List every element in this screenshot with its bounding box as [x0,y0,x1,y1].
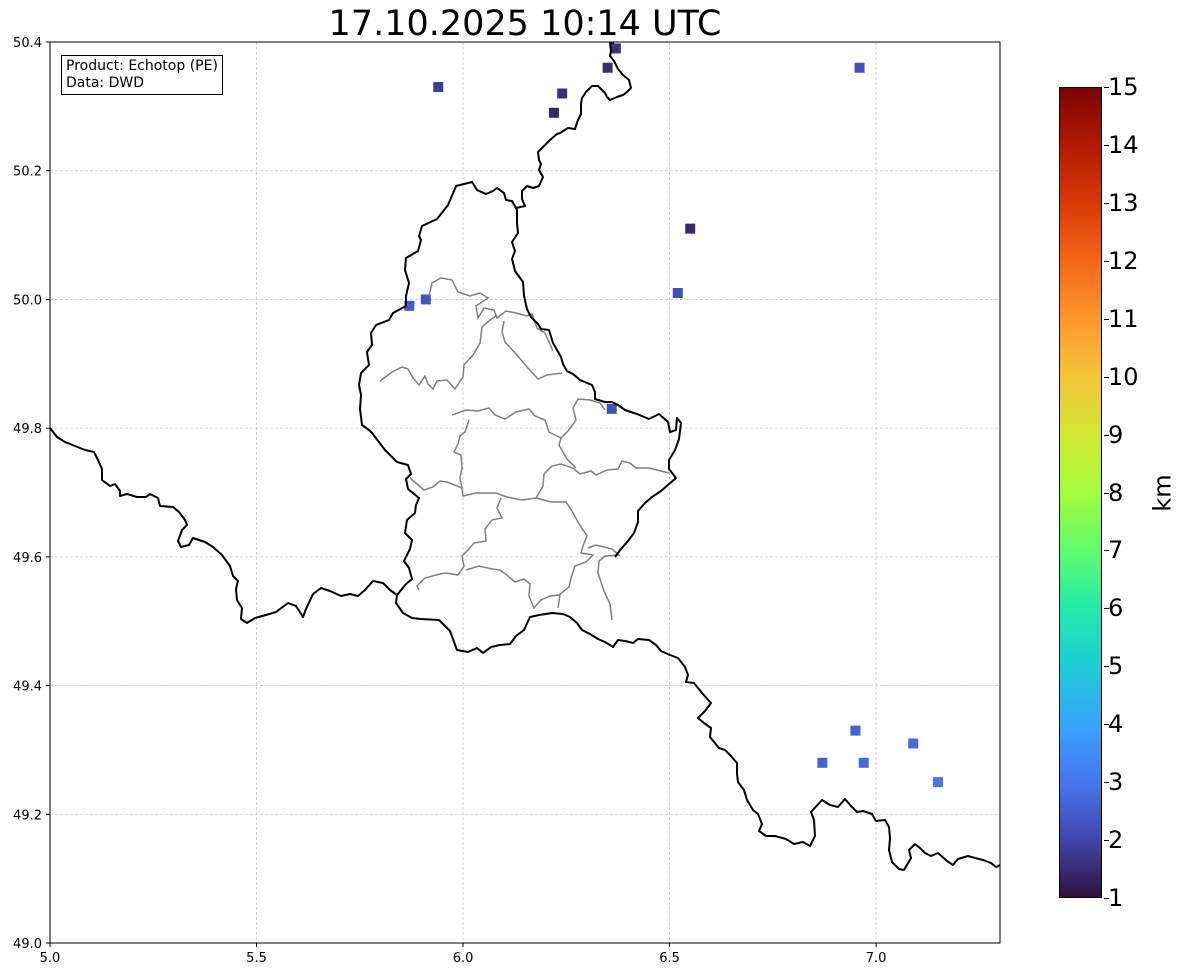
echo-cell [908,738,919,749]
colorbar-tick-label: 12 [1108,246,1139,275]
echo-cell [606,403,617,414]
canton-border [465,497,595,610]
country-border-luxembourg-east [358,42,632,596]
country-border-belgium-france [49,427,398,624]
colorbar-tick-label: 3 [1108,768,1124,797]
colorbar-tick-label: 13 [1108,188,1139,217]
y-tick-label: 49.0 [13,937,42,952]
y-axis-ticks: 50.4 50.2 50.0 49.8 49.6 49.4 49.2 49.0 [13,36,50,952]
echo-cell [602,62,613,73]
canton-border [587,544,597,549]
colorbar [1059,87,1102,898]
data-source-label: Data: DWD [66,75,144,91]
echo-cell [672,287,683,298]
echo-cell [610,43,621,54]
y-tick-label: 49.8 [13,422,42,437]
echo-layer [404,43,944,788]
x-tick-label: 6.0 [453,951,474,966]
colorbar-tick-label: 15 [1108,73,1139,101]
canton-border [379,315,497,391]
colorbar-tick-label: 5 [1108,652,1124,681]
echo-cell [858,757,869,768]
country-borders [49,42,1001,871]
canton-border [409,477,463,491]
colorbar-tick-label: 11 [1108,304,1139,333]
map-plot[interactable]: 5.0 5.5 6.0 6.5 7.0 50.4 50.2 50.0 49.8 49.6 49.4… [0,0,1178,976]
echo-cell [557,88,568,99]
y-tick-label: 50.0 [13,293,42,308]
colorbar-tick-label: 7 [1108,536,1124,565]
y-tick-label: 49.6 [13,551,42,566]
canton-border [452,419,670,501]
canton-border [557,594,561,609]
y-tick-label: 49.2 [13,808,42,823]
y-tick-label: 50.2 [13,165,42,180]
colorbar-unit-label: km [1148,474,1177,512]
colorbar-tick-label: 14 [1108,130,1139,159]
canton-border [416,497,504,591]
product-info-box: Product: Echotop (PE) Data: DWD [61,55,223,95]
x-axis-ticks: 5.0 5.5 6.0 6.5 7.0 [40,943,887,966]
x-tick-label: 6.5 [659,951,680,966]
colorbar-tick-label: 1 [1108,884,1124,912]
colorbar-tick-label: 2 [1108,826,1124,855]
x-tick-label: 7.0 [866,951,887,966]
x-tick-label: 5.0 [40,951,61,966]
echo-cell [854,62,865,73]
x-tick-label: 5.5 [246,951,267,966]
y-tick-label: 49.4 [13,680,42,695]
canton-border [428,277,554,352]
echo-cell [850,725,861,736]
echo-cell [548,107,559,118]
colorbar-tick-label: 6 [1108,594,1124,623]
canton-borders [379,277,670,621]
product-label: Product: Echotop (PE) [66,58,218,74]
echo-cell [933,777,944,788]
y-tick-label: 50.4 [13,36,42,51]
colorbar-tick-label: 10 [1108,362,1139,391]
echo-cell [685,223,696,234]
colorbar-tick-label: 9 [1108,420,1124,449]
echo-cell [433,82,444,93]
echo-cell [817,757,828,768]
country-border-luxembourg-west [395,594,1001,871]
plot-frame [49,41,1001,944]
canton-border [451,398,606,439]
gridlines [49,41,1000,944]
colorbar-tick-label: 8 [1108,478,1124,507]
colorbar-tick-label: 4 [1108,710,1124,739]
